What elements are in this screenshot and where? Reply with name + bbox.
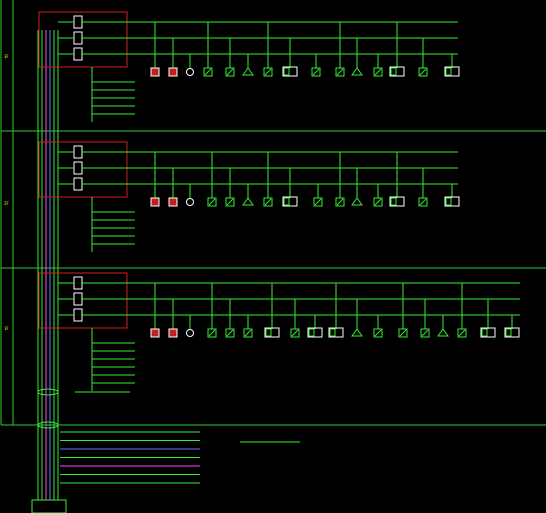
detector-mark bbox=[314, 198, 322, 206]
alarm-bell-triangle bbox=[351, 67, 363, 76]
input-module bbox=[73, 161, 83, 175]
module-cabinet-box bbox=[38, 141, 128, 198]
control-panel-inner bbox=[481, 328, 488, 337]
input-module bbox=[73, 15, 83, 29]
detector-mark bbox=[312, 68, 320, 76]
panel-box bbox=[31, 499, 67, 513]
detector-mark bbox=[208, 329, 216, 337]
input-module bbox=[73, 276, 83, 290]
detector-box bbox=[168, 197, 178, 207]
alarm-bell-triangle bbox=[351, 328, 363, 337]
floor-side-label: 1F bbox=[4, 326, 9, 331]
speaker-circle bbox=[186, 329, 194, 337]
detector-mark bbox=[226, 198, 234, 206]
input-module bbox=[73, 47, 83, 61]
detector-mark bbox=[208, 198, 216, 206]
trunk-bundle-ellipse bbox=[37, 388, 59, 396]
alarm-bell-triangle bbox=[242, 67, 254, 76]
detector-mark bbox=[264, 198, 272, 206]
control-panel-inner bbox=[505, 328, 512, 337]
control-panel-inner bbox=[308, 328, 315, 337]
module-cabinet-box bbox=[38, 272, 128, 329]
module-cabinet-box bbox=[38, 11, 128, 68]
alarm-bell-triangle bbox=[351, 197, 363, 206]
floor-section bbox=[38, 141, 460, 252]
schematic-svg: 3F 2F 1F bbox=[0, 0, 546, 513]
speaker-circle bbox=[186, 198, 194, 206]
speaker-circle bbox=[186, 68, 194, 76]
input-module bbox=[73, 145, 83, 159]
alarm-bell-triangle bbox=[437, 328, 449, 337]
input-module bbox=[73, 292, 83, 306]
detector-mark bbox=[244, 329, 252, 337]
detector-box bbox=[150, 197, 160, 207]
detector-mark bbox=[374, 68, 382, 76]
detector-box bbox=[168, 67, 178, 77]
detector-mark bbox=[458, 329, 466, 337]
detector-mark bbox=[419, 198, 427, 206]
detector-mark bbox=[226, 329, 234, 337]
input-module bbox=[73, 31, 83, 45]
control-panel-inner bbox=[283, 197, 290, 206]
floor-section bbox=[38, 11, 460, 122]
detector-box bbox=[168, 328, 178, 338]
detector-mark bbox=[264, 68, 272, 76]
detector-mark bbox=[374, 329, 382, 337]
floor-side-label: 2F bbox=[4, 201, 9, 206]
control-panel-inner bbox=[283, 67, 290, 76]
detector-mark bbox=[399, 329, 407, 337]
drawing-frame: 3F 2F 1F bbox=[0, 0, 546, 500]
input-module bbox=[73, 308, 83, 322]
detector-mark bbox=[226, 68, 234, 76]
detector-mark bbox=[291, 329, 299, 337]
floor-side-label: 3F bbox=[4, 54, 9, 59]
detector-mark bbox=[374, 198, 382, 206]
control-panel-inner bbox=[265, 328, 272, 337]
detector-mark bbox=[419, 68, 427, 76]
fire-alarm-riser-diagram: 3F 2F 1F bbox=[0, 0, 546, 513]
input-module bbox=[73, 177, 83, 191]
detector-box bbox=[150, 328, 160, 338]
detector-box bbox=[150, 67, 160, 77]
detector-mark bbox=[336, 68, 344, 76]
floor-sections bbox=[38, 11, 520, 391]
alarm-bell-triangle bbox=[242, 197, 254, 206]
detector-mark bbox=[421, 329, 429, 337]
control-panel-inner bbox=[329, 328, 336, 337]
control-panel-inner bbox=[390, 197, 397, 206]
control-panel-inner bbox=[445, 67, 452, 76]
control-panel-inner bbox=[445, 197, 452, 206]
detector-mark bbox=[204, 68, 212, 76]
control-panel-inner bbox=[390, 67, 397, 76]
bottom-legend bbox=[31, 388, 300, 513]
detector-mark bbox=[336, 198, 344, 206]
floor-section bbox=[38, 272, 520, 391]
